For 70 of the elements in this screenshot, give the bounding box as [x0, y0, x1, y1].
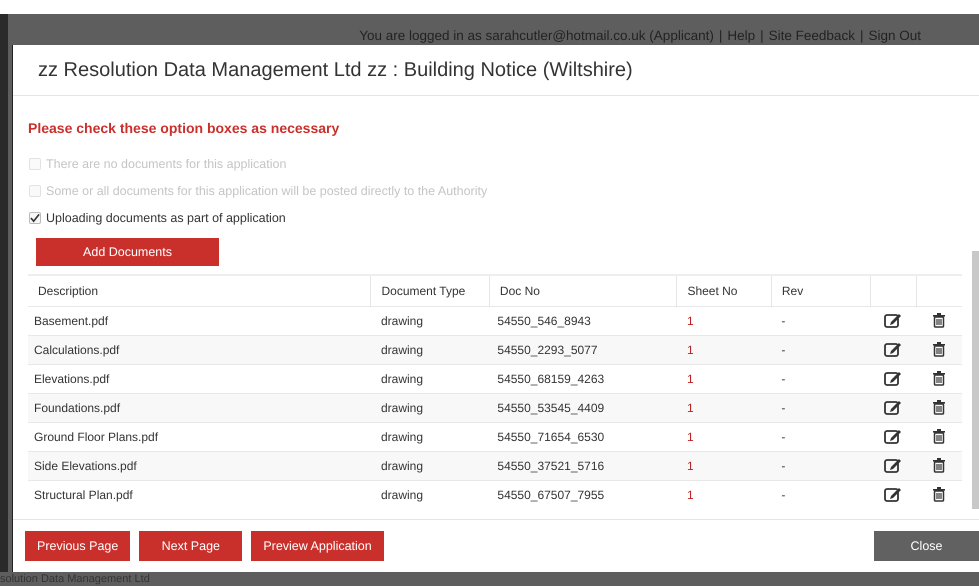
trash-icon[interactable]	[932, 456, 946, 472]
table-cell: 1	[686, 372, 694, 386]
table-cell: -	[781, 488, 786, 502]
table-cell: 54550_37521_5716	[497, 459, 604, 473]
separator: |	[718, 28, 722, 43]
table-cell: 1	[686, 343, 694, 357]
table-cell: Structural Plan.pdf	[34, 488, 133, 502]
scrollbar-thumb[interactable]	[972, 251, 979, 509]
table-cell: 54550_71654_6530	[497, 430, 604, 444]
table-cell: Elevations.pdf	[34, 372, 110, 386]
edit-icon[interactable]	[884, 486, 902, 502]
edit-icon[interactable]	[884, 340, 902, 356]
table-cell: 54550_546_8943	[497, 314, 591, 328]
trash-icon[interactable]	[932, 398, 946, 414]
table-cell: drawing	[380, 343, 424, 357]
table-cell: drawing	[380, 430, 424, 444]
login-status: You are logged in as sarahcutler@hotmail.co.uk (Applicant)	[359, 28, 714, 43]
table-cell: drawing	[380, 314, 424, 328]
table-cell: -	[781, 430, 786, 444]
close-button[interactable]: Close	[874, 531, 979, 561]
separator: |	[760, 28, 764, 43]
table-cell: drawing	[380, 401, 424, 415]
column-header: Rev	[782, 284, 804, 298]
trash-icon[interactable]	[932, 312, 946, 328]
edit-icon[interactable]	[884, 370, 902, 386]
table-cell: 1	[686, 430, 694, 444]
table-cell: -	[781, 459, 786, 473]
trash-icon[interactable]	[932, 428, 946, 444]
table-cell: drawing	[380, 372, 424, 386]
table-cell: -	[781, 314, 786, 328]
column-header: Document Type	[381, 284, 466, 298]
table-cell: 54550_53545_4409	[497, 401, 604, 415]
nav-button[interactable]: Preview Application	[251, 531, 384, 561]
edit-icon[interactable]	[884, 456, 902, 472]
table-cell: Ground Floor Plans.pdf	[34, 430, 158, 444]
trash-icon[interactable]	[932, 486, 946, 502]
edit-icon[interactable]	[884, 398, 902, 414]
column-header: Doc No	[500, 284, 540, 298]
add-documents-button[interactable]: Add Documents	[36, 238, 219, 266]
checkbox-label: There are no documents for this application	[46, 156, 286, 171]
section-heading: Please check these option boxes as necessary	[28, 120, 340, 136]
table-cell: -	[781, 401, 786, 415]
edit-icon[interactable]	[884, 428, 902, 444]
checkbox-label: Uploading documents as part of application	[46, 211, 286, 226]
table-cell: -	[781, 372, 786, 386]
column-header: Description	[38, 284, 98, 298]
checkbox[interactable]	[29, 212, 41, 224]
column-header: Sheet No	[687, 284, 738, 298]
table-cell: 1	[686, 488, 694, 502]
dialog-title: zz Resolution Data Management Ltd zz : Building Notice (Wiltshire)	[38, 58, 633, 82]
edit-icon[interactable]	[884, 312, 902, 328]
table-cell: 54550_68159_4263	[497, 372, 604, 386]
table-cell: 1	[686, 459, 694, 473]
table-cell: Foundations.pdf	[34, 401, 120, 415]
trash-icon[interactable]	[932, 370, 946, 386]
table-cell: Basement.pdf	[34, 314, 108, 328]
table-cell: drawing	[380, 488, 424, 502]
trash-icon[interactable]	[932, 340, 946, 356]
table-cell: Side Elevations.pdf	[34, 459, 137, 473]
table-cell: 1	[686, 314, 694, 328]
table-cell: 1	[686, 401, 694, 415]
nav-button[interactable]: Next Page	[139, 531, 242, 561]
nav-button[interactable]: Previous Page	[25, 531, 130, 561]
table-cell: -	[781, 343, 786, 357]
table-cell: drawing	[380, 459, 424, 473]
table-cell: 54550_2293_5077	[497, 343, 598, 357]
table-cell: 54550_67507_7955	[497, 488, 604, 502]
table-cell: Calculations.pdf	[34, 343, 120, 357]
separator: |	[860, 28, 864, 43]
checkbox-label: Some or all documents for this application will be posted directly to the Authority	[46, 184, 488, 198]
